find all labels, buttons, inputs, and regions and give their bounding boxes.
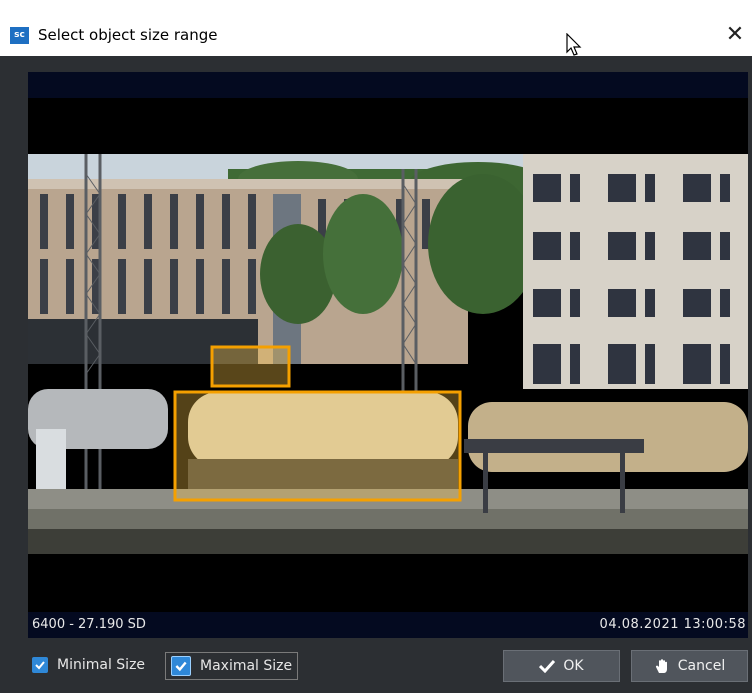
video-top-band bbox=[28, 72, 748, 98]
ok-label: OK bbox=[563, 658, 584, 674]
video-timestamp: 04.08.2021 13:00:58 bbox=[599, 617, 746, 632]
camera-label: 6400 - 27.190 SD bbox=[32, 617, 146, 632]
cancel-button[interactable]: Cancel bbox=[631, 650, 748, 682]
min-size-box[interactable] bbox=[210, 345, 291, 388]
cancel-label: Cancel bbox=[677, 658, 726, 674]
mouse-pointer-icon bbox=[566, 33, 582, 56]
checkbox-checked-icon bbox=[32, 657, 48, 673]
hand-icon bbox=[654, 658, 670, 675]
close-button[interactable]: ✕ bbox=[718, 16, 752, 54]
checkbox-checked-icon bbox=[171, 656, 191, 676]
minimal-size-label: Minimal Size bbox=[57, 657, 146, 673]
app-logo-icon: sc bbox=[10, 27, 29, 44]
camera-scene bbox=[28, 154, 748, 554]
video-preview[interactable] bbox=[28, 72, 748, 638]
maximal-size-label: Maximal Size bbox=[200, 658, 293, 674]
checkmark-icon bbox=[539, 659, 556, 673]
ok-button[interactable]: OK bbox=[503, 650, 620, 682]
minimal-size-checkbox[interactable]: Minimal Size bbox=[32, 657, 145, 673]
max-size-box[interactable] bbox=[173, 390, 462, 502]
title-bar: sc Select object size range ✕ bbox=[0, 0, 752, 56]
maximal-size-checkbox[interactable]: Maximal Size bbox=[165, 652, 299, 680]
window-title: Select object size range bbox=[38, 26, 218, 44]
